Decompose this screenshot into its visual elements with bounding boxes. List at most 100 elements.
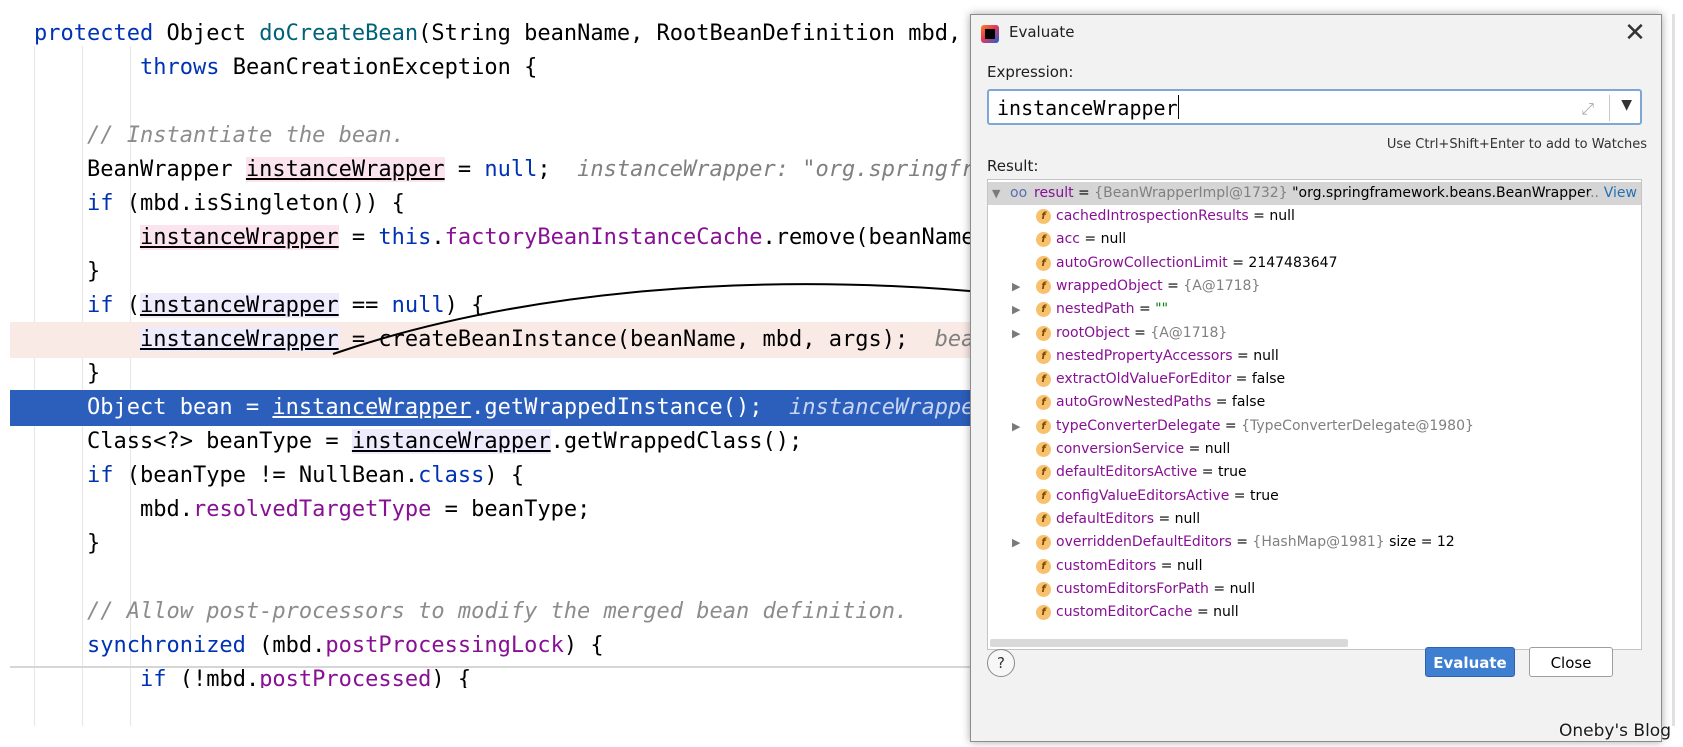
code-token: class — [418, 463, 485, 488]
tree-row-autoGrowNestedPaths[interactable]: f autoGrowNestedPaths = false — [988, 391, 1641, 414]
code-line[interactable] — [10, 84, 970, 120]
code-token: Class<?> beanType = — [34, 429, 352, 454]
horizontal-scrollbar[interactable] — [990, 639, 1348, 647]
tree-row-cachedIntrospectionResults[interactable]: f cachedIntrospectionResults = null — [988, 205, 1641, 228]
field-icon: f — [1036, 442, 1051, 457]
field-text: customEditorCache = null — [1056, 604, 1239, 621]
field-icon: f — [1036, 325, 1051, 341]
field-name: autoGrowCollectionLimit — [1056, 254, 1228, 271]
evaluate-button[interactable]: Evaluate — [1425, 647, 1515, 677]
tree-row-conversionService[interactable]: f conversionService = null — [988, 438, 1641, 461]
code-token: = — [338, 225, 379, 250]
collapse-arrow-icon[interactable]: ▼ — [992, 182, 1000, 205]
code-token: ) { — [484, 463, 525, 488]
code-line[interactable]: Class<?> beanType = instanceWrapper.getW… — [10, 424, 970, 460]
dialog-titlebar[interactable]: Evaluate ✕ — [971, 15, 1661, 51]
tree-row-configValueEditorsActive[interactable]: f configValueEditorsActive = true — [988, 485, 1641, 508]
code-token: bean — [934, 327, 970, 352]
field-name: cachedIntrospectionResults — [1056, 208, 1249, 224]
code-line[interactable]: } — [10, 526, 970, 562]
code-token: instanceWrapper: "org.springframew — [577, 157, 970, 182]
code-line[interactable] — [10, 560, 970, 596]
field-name: extractOldValueForEditor — [1056, 371, 1232, 388]
code-editor[interactable]: protected Object doCreateBean(String bea… — [10, 14, 970, 726]
code-line[interactable]: instanceWrapper = this.factoryBeanInstan… — [10, 220, 970, 256]
tree-row-rootObject[interactable]: ▶ f rootObject = {A@1718} — [988, 322, 1641, 345]
help-button[interactable]: ? — [987, 649, 1015, 677]
field-value: null — [1100, 231, 1127, 248]
field-value: null — [1213, 604, 1239, 621]
code-line[interactable]: if (beanType != NullBean.class) { — [10, 458, 970, 494]
code-line[interactable]: BeanWrapper instanceWrapper = null; inst… — [10, 152, 970, 188]
field-text: typeConverterDelegate = {TypeConverterDe… — [1056, 417, 1474, 434]
tree-row-customEditors[interactable]: f customEditors = null — [988, 555, 1641, 578]
tree-row-customEditorCache[interactable]: f customEditorCache = null — [988, 601, 1641, 624]
field-icon: f — [1036, 535, 1051, 551]
code-token: if — [86, 293, 114, 318]
field-name: defaultEditors — [1056, 510, 1154, 527]
code-token: ) { — [444, 293, 485, 318]
result-tree[interactable]: ▼ oo result = {BeanWrapperImpl@1732} "or… — [987, 179, 1642, 650]
tree-row-autoGrowCollectionLimit[interactable]: f autoGrowCollectionLimit = 2147483647 — [988, 252, 1641, 275]
code-line[interactable]: protected Object doCreateBean(String bea… — [10, 16, 970, 52]
tree-row-overriddenDefaultEditors[interactable]: ▶ f overriddenDefaultEditors = {HashMap@19… — [988, 531, 1641, 554]
truncation-ellipsis: ... — [1585, 185, 1599, 201]
code-line[interactable]: mbd.resolvedTargetType = beanType; — [10, 492, 970, 528]
expression-label: Expression: — [987, 63, 1074, 81]
field-icon: f — [1036, 488, 1051, 504]
code-line[interactable]: synchronized (mbd.postProcessingLock) { — [10, 628, 970, 664]
field-value: null — [1269, 208, 1295, 224]
field-name: wrappedObject — [1056, 277, 1163, 294]
tree-row-result[interactable]: ▼ oo result = {BeanWrapperImpl@1732} "or… — [988, 182, 1641, 205]
tree-row-customEditorsForPath[interactable]: f customEditorsForPath = null — [988, 578, 1641, 601]
code-line-execution[interactable]: instanceWrapper = createBeanInstance(bea… — [10, 322, 970, 358]
field-name: rootObject — [1056, 324, 1130, 341]
code-line[interactable]: // Allow post-processors to modify the m… — [10, 594, 970, 630]
field-text: customEditorsForPath = null — [1056, 580, 1256, 597]
tree-row-extractOldValueForEditor[interactable]: f extractOldValueForEditor = false — [988, 368, 1641, 391]
code-token: if — [139, 667, 167, 688]
code-token: = createBeanInstance(beanName, mbd, args… — [338, 327, 935, 352]
expression-input[interactable]: instanceWrapper ⤢ ▼ — [987, 89, 1642, 125]
field-value: false — [1251, 371, 1286, 388]
tree-row-wrappedObject[interactable]: ▶ f wrappedObject = {A@1718} — [988, 275, 1641, 298]
field-name: acc — [1056, 231, 1080, 248]
expression-value: instanceWrapper — [997, 95, 1179, 120]
code-token: postProcessed — [259, 667, 432, 688]
field-name: nestedPath — [1056, 301, 1135, 318]
code-line-selected[interactable]: Object bean = instanceWrapper.getWrapped… — [10, 390, 970, 426]
history-dropdown-icon[interactable]: ▼ — [1621, 97, 1632, 113]
tree-row-defaultEditorsActive[interactable]: f defaultEditorsActive = true — [988, 461, 1641, 484]
tree-row-nestedPropertyAccessors[interactable]: f nestedPropertyAccessors = null — [988, 345, 1641, 368]
close-button[interactable]: Close — [1529, 647, 1613, 677]
expand-arrow-icon[interactable]: ▶ — [1012, 415, 1020, 438]
close-icon[interactable]: ✕ — [1619, 17, 1651, 49]
code-token: . — [431, 225, 445, 250]
field-name: customEditors — [1056, 557, 1157, 574]
expand-arrow-icon[interactable]: ▶ — [1012, 275, 1020, 298]
expand-editor-icon[interactable]: ⤢ — [1581, 99, 1594, 119]
code-token: resolvedTargetType — [192, 497, 432, 522]
tree-row-defaultEditors[interactable]: f defaultEditors = null — [988, 508, 1641, 531]
code-line[interactable]: } — [10, 254, 970, 290]
field-icon: f — [1036, 302, 1051, 318]
code-line[interactable]: if (instanceWrapper == null) { — [10, 288, 970, 324]
dialog-title: Evaluate — [1009, 23, 1075, 41]
code-token: BeanWrapper — [34, 157, 246, 182]
code-line[interactable]: throws BeanCreationException { — [10, 50, 970, 86]
tree-row-nestedPath[interactable]: ▶ f nestedPath = "" — [988, 298, 1641, 321]
expand-arrow-icon[interactable]: ▶ — [1012, 298, 1020, 321]
expand-arrow-icon[interactable]: ▶ — [1012, 531, 1020, 554]
code-line[interactable]: // Instantiate the bean. — [10, 118, 970, 154]
code-line[interactable]: if (mbd.isSingleton()) { — [10, 186, 970, 222]
tree-row-acc[interactable]: f acc = null — [988, 228, 1641, 251]
view-link[interactable]: View — [1604, 182, 1637, 205]
code-line[interactable]: } — [10, 356, 970, 392]
tree-row-typeConverterDelegate[interactable]: ▶ f typeConverterDelegate = {TypeConverter… — [988, 415, 1641, 438]
expand-arrow-icon[interactable]: ▶ — [1012, 322, 1020, 345]
code-token: postProcessingLock — [325, 633, 564, 658]
